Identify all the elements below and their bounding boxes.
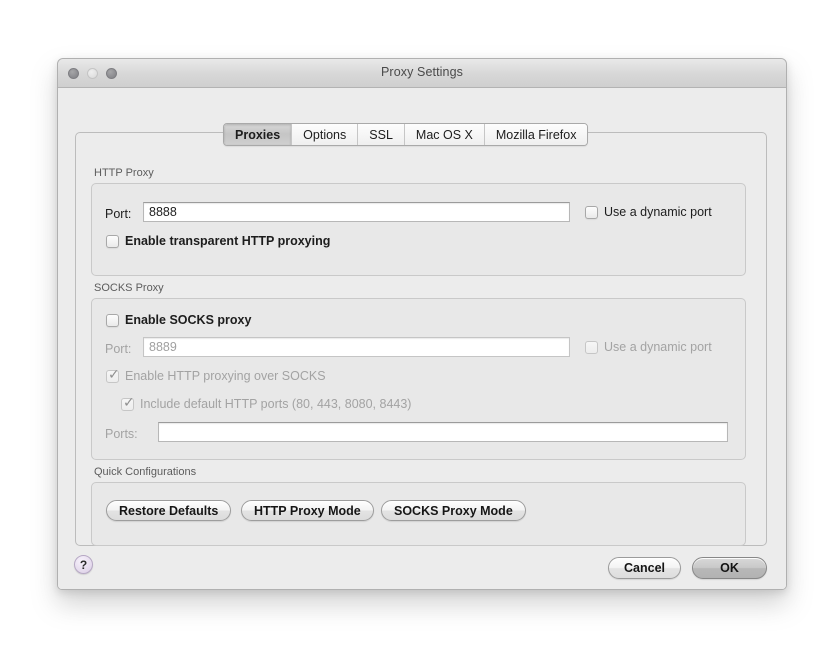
http-over-socks-label: Enable HTTP proxying over SOCKS <box>125 369 326 383</box>
tab-mac-os-x[interactable]: Mac OS X <box>404 124 485 145</box>
checkmark-glyph: ✓ <box>108 366 120 383</box>
include-default-http-ports-label: Include default HTTP ports (80, 443, 808… <box>140 397 412 411</box>
tab-bar: Proxies Options SSL Mac OS X Mozilla Fir… <box>223 123 589 146</box>
http-proxy-groupbox <box>91 183 746 276</box>
window-body: Proxies Options SSL Mac OS X Mozilla Fir… <box>58 88 786 589</box>
tab-ssl[interactable]: SSL <box>358 124 405 145</box>
socks-dynamic-port-label: Use a dynamic port <box>604 340 712 354</box>
checkbox-icon <box>585 340 598 354</box>
http-transparent-proxying-label: Enable transparent HTTP proxying <box>125 234 331 248</box>
tab-options[interactable]: Options <box>292 124 359 145</box>
quick-configurations-group-label: Quick Configurations <box>94 466 197 478</box>
socks-dynamic-port-checkbox[interactable]: Use a dynamic port <box>585 340 712 354</box>
proxy-settings-window: Proxy Settings Proxies Options SSL Mac O… <box>57 58 787 590</box>
http-over-socks-checkbox[interactable]: ✓ Enable HTTP proxying over SOCKS <box>106 366 326 383</box>
checkbox-checked-icon: ✓ <box>121 394 135 411</box>
window-title: Proxy Settings <box>381 65 463 79</box>
ok-button[interactable]: OK <box>692 557 767 579</box>
enable-socks-proxy-label: Enable SOCKS proxy <box>125 313 252 327</box>
checkbox-icon <box>106 234 119 248</box>
checkbox-icon <box>106 313 119 327</box>
http-proxy-mode-button[interactable]: HTTP Proxy Mode <box>241 500 374 521</box>
socks-port-label: Port: <box>105 342 132 356</box>
socks-proxy-group-label: SOCKS Proxy <box>94 282 164 294</box>
http-transparent-proxying-checkbox[interactable]: Enable transparent HTTP proxying <box>106 234 330 248</box>
http-dynamic-port-label: Use a dynamic port <box>604 205 712 219</box>
tab-mozilla-firefox[interactable]: Mozilla Firefox <box>484 124 588 145</box>
socks-proxy-mode-button[interactable]: SOCKS Proxy Mode <box>381 500 526 521</box>
tab-proxies[interactable]: Proxies <box>224 124 293 145</box>
socks-port-input[interactable]: 8889 <box>143 337 570 357</box>
checkbox-icon <box>585 205 598 219</box>
checkmark-glyph: ✓ <box>123 394 135 411</box>
restore-defaults-button[interactable]: Restore Defaults <box>106 500 232 521</box>
enable-socks-proxy-checkbox[interactable]: Enable SOCKS proxy <box>106 313 251 327</box>
window-titlebar[interactable]: Proxy Settings <box>58 59 786 88</box>
http-port-input[interactable]: 8888 <box>143 202 570 222</box>
socks-ports-input[interactable] <box>158 422 728 442</box>
screen: Proxy Settings Proxies Options SSL Mac O… <box>0 0 834 650</box>
dialog-footer: ? Cancel OK <box>58 546 786 589</box>
include-default-http-ports-checkbox[interactable]: ✓ Include default HTTP ports (80, 443, 8… <box>121 394 412 411</box>
http-port-label: Port: <box>105 207 132 221</box>
cancel-button[interactable]: Cancel <box>608 557 681 579</box>
http-dynamic-port-checkbox[interactable]: Use a dynamic port <box>585 205 712 219</box>
checkbox-checked-icon: ✓ <box>106 366 120 383</box>
socks-ports-label: Ports: <box>105 427 138 441</box>
http-proxy-group-label: HTTP Proxy <box>94 167 154 179</box>
help-button[interactable]: ? <box>74 555 93 574</box>
